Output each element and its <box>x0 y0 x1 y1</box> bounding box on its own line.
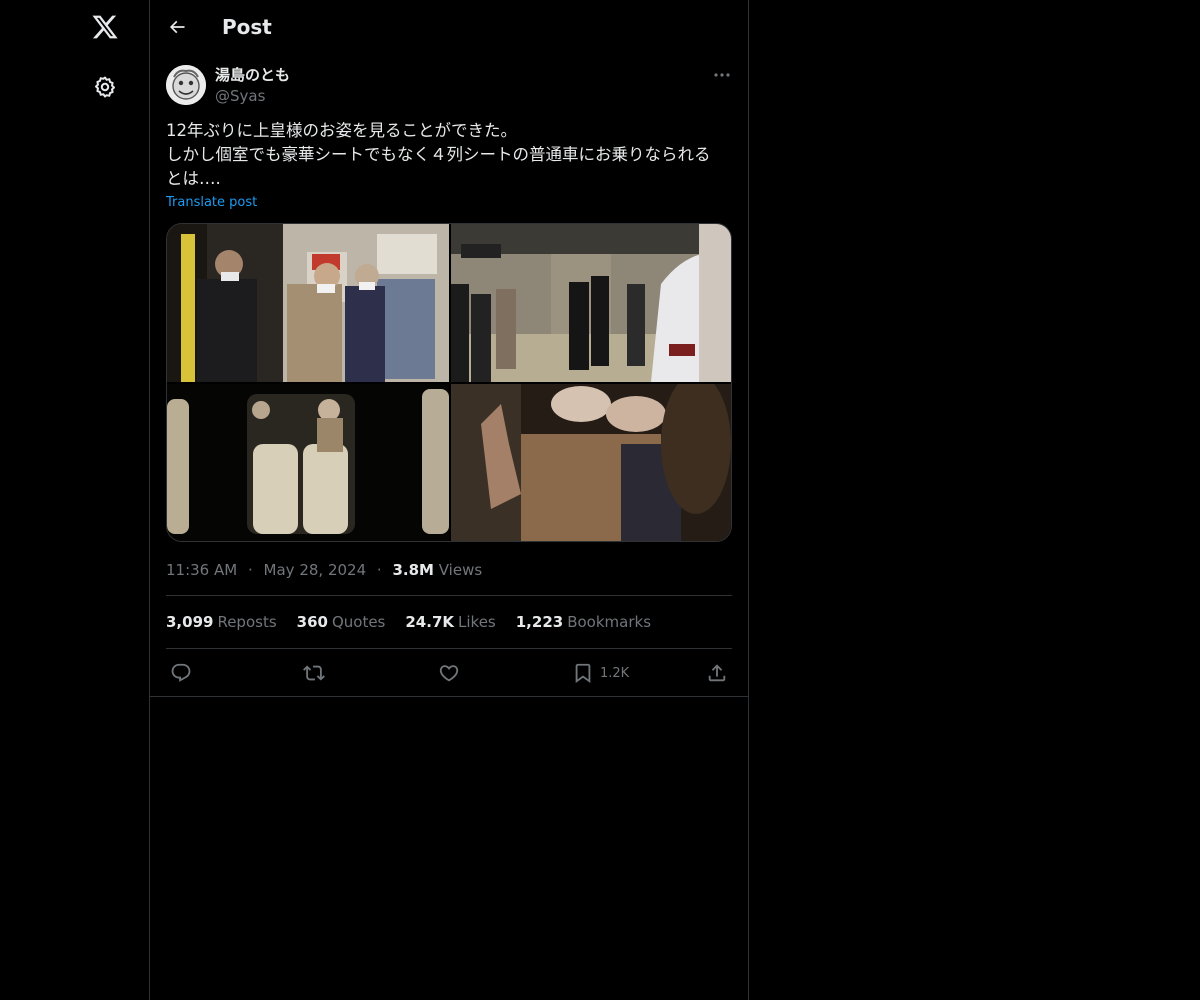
reposts-count: 3,099 <box>166 613 214 631</box>
more-options-button[interactable] <box>710 64 734 86</box>
divider <box>166 648 732 649</box>
author-display-name[interactable]: 湯島のとも <box>215 65 290 85</box>
bookmarks-label: Bookmarks <box>567 613 652 631</box>
likes-count: 24.7K <box>405 613 455 631</box>
post-text-line: 12年ぶりに上皇様のお姿を見ることができた。 <box>166 121 517 140</box>
reply-button[interactable] <box>170 660 192 686</box>
back-button[interactable] <box>162 12 192 42</box>
bookmarks-stat[interactable]: 1,223 Bookmarks <box>516 612 651 632</box>
bookmark-button[interactable]: 1.2K <box>572 660 629 686</box>
share-upload-icon <box>708 664 726 682</box>
share-button[interactable] <box>706 660 728 686</box>
media-photo-3[interactable] <box>167 384 449 541</box>
x-logo-icon[interactable] <box>88 10 122 44</box>
gear-icon[interactable] <box>90 72 120 102</box>
post-date[interactable]: May 28, 2024 <box>264 561 367 579</box>
speech-bubble-icon <box>171 663 191 682</box>
likes-stat[interactable]: 24.7K Likes <box>405 612 495 632</box>
page-header: Post <box>150 0 748 53</box>
quotes-stat[interactable]: 360 Quotes <box>297 612 386 632</box>
author-handle[interactable]: @Syas <box>215 86 265 106</box>
translate-post-link[interactable]: Translate post <box>166 194 257 212</box>
quotes-count: 360 <box>296 613 328 631</box>
post-text-line: しかし個室でも豪華シートでもなく４列シートの普通車にお乗りなられる <box>166 145 711 164</box>
separator: · <box>247 561 253 579</box>
bookmark-icon <box>575 663 591 684</box>
post-meta: 11:36 AM · May 28, 2024 · 3.8M Views <box>166 560 482 580</box>
page-title: Post <box>222 15 272 39</box>
like-button[interactable] <box>438 660 460 686</box>
divider <box>166 595 732 596</box>
post-stats: 3,099 Reposts 360 Quotes 24.7K Likes 1,223 B… <box>166 612 651 632</box>
main-column: Post 湯島のとも @Syas 12年ぶりに上皇様のお姿を見ることができた。 … <box>150 0 749 1000</box>
repost-arrows-icon <box>303 665 325 681</box>
post-time[interactable]: 11:36 AM <box>166 561 237 579</box>
media-photo-1[interactable] <box>167 224 449 382</box>
bookmark-count: 1.2K <box>600 665 630 681</box>
media-grid <box>166 223 732 542</box>
likes-label: Likes <box>458 613 496 631</box>
more-dots-icon <box>714 73 730 77</box>
quotes-label: Quotes <box>331 613 386 631</box>
heart-icon <box>439 665 459 682</box>
media-photo-4[interactable] <box>451 384 731 541</box>
post-text-line: とは…. <box>166 169 221 188</box>
post-text: 12年ぶりに上皇様のお姿を見ることができた。 しかし個室でも豪華シートでもなく４… <box>166 119 732 191</box>
repost-button[interactable] <box>303 660 325 686</box>
arrow-left-icon <box>169 20 185 34</box>
divider <box>150 696 748 697</box>
media-photo-2[interactable] <box>451 224 731 382</box>
separator: · <box>376 561 382 579</box>
views-label: Views <box>438 561 483 579</box>
reposts-stat[interactable]: 3,099 Reposts <box>166 612 277 632</box>
reposts-label: Reposts <box>217 613 277 631</box>
left-nav <box>0 0 150 1000</box>
bookmarks-count: 1,223 <box>515 613 564 631</box>
views-count: 3.8M <box>392 561 434 579</box>
avatar[interactable] <box>166 65 206 105</box>
